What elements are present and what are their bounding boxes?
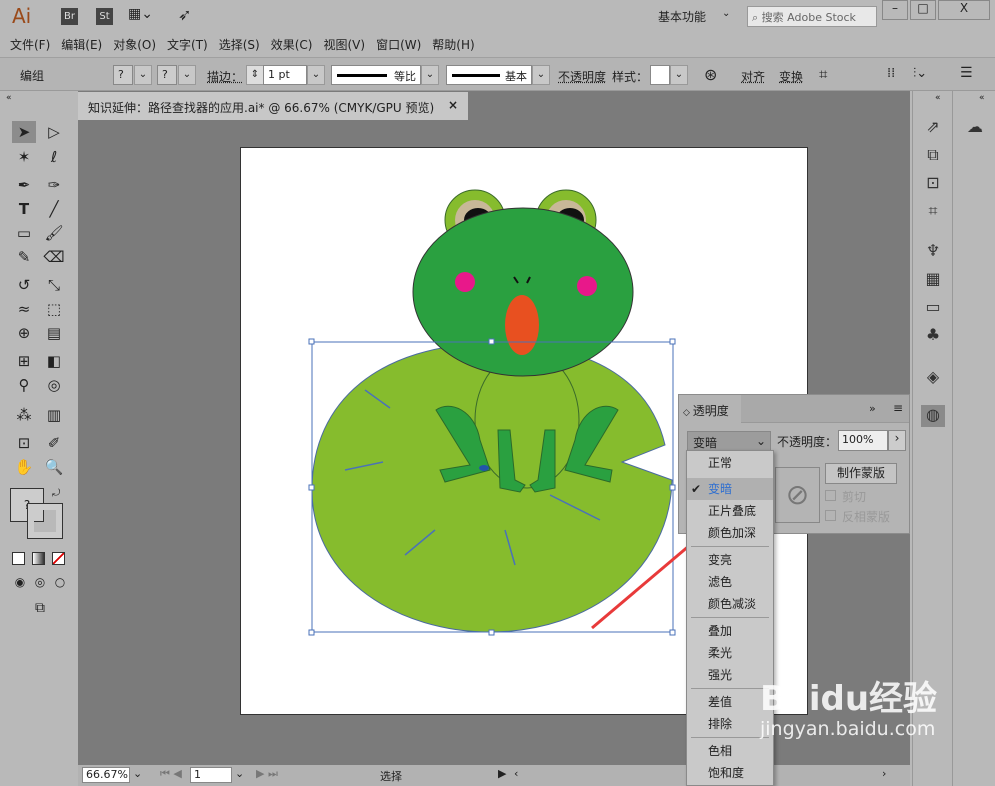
- layers-icon[interactable]: ◈: [921, 367, 945, 389]
- blend-option-soft-light[interactable]: 柔光: [687, 642, 773, 664]
- blend-option-darken[interactable]: ✔ 变暗: [687, 478, 773, 500]
- blend-mode-dropdown[interactable]: 变暗 ⌄: [687, 431, 771, 451]
- first-artboard-button[interactable]: ⏮ ◀: [160, 767, 182, 781]
- blend-option-screen[interactable]: 滤色: [687, 571, 773, 593]
- menu-divider: [691, 617, 769, 618]
- checkmark-icon: ✔: [691, 478, 701, 500]
- swatches-icon[interactable]: ▦: [921, 269, 945, 291]
- pathfinder-icon[interactable]: ⧉: [921, 145, 945, 167]
- gradient-icon[interactable]: ▭: [921, 297, 945, 319]
- cc-libraries-icon[interactable]: ☁: [963, 117, 987, 139]
- invert-mask-label: 反相蒙版: [842, 508, 890, 525]
- artboard-dropdown[interactable]: ⌄: [235, 767, 244, 780]
- transparency-tab[interactable]: ◇ 透明度: [679, 395, 741, 423]
- frog-mouth: [505, 295, 539, 355]
- blend-option-multiply[interactable]: 正片叠底: [687, 500, 773, 522]
- blend-option-overlay[interactable]: 叠加: [687, 620, 773, 642]
- selected-anchor: [479, 465, 489, 471]
- blend-option-lighten[interactable]: 变亮: [687, 549, 773, 571]
- align-panel-icon[interactable]: ⌗: [921, 201, 945, 223]
- watermark-logo: Baidu经验: [760, 680, 937, 718]
- blend-option-saturation[interactable]: 饱和度: [687, 762, 773, 784]
- option-label: 变暗: [708, 482, 732, 496]
- clip-checkbox[interactable]: [825, 490, 836, 501]
- libraries-dock: « ☁: [952, 91, 995, 786]
- frog-artwork[interactable]: [0, 0, 995, 786]
- symbols-icon[interactable]: ♣: [921, 325, 945, 347]
- mask-thumbnail[interactable]: ⊘: [775, 467, 820, 523]
- blend-option-color-burn[interactable]: 颜色加深: [687, 522, 773, 544]
- status-tool-label: 选择: [380, 768, 402, 784]
- baidu-watermark: Baidu经验 jingyan.baidu.com: [760, 680, 937, 740]
- blend-option-hue[interactable]: 色相: [687, 740, 773, 762]
- zoom-dropdown[interactable]: ⌄: [133, 767, 142, 780]
- brushes-icon[interactable]: ♆: [921, 241, 945, 263]
- collapse-icon[interactable]: «: [935, 93, 941, 103]
- transform-icon[interactable]: ⊡: [921, 173, 945, 195]
- invert-mask-checkbox[interactable]: [825, 510, 836, 521]
- scroll-right-button[interactable]: ›: [882, 767, 886, 780]
- blend-option-normal[interactable]: 正常: [687, 452, 773, 474]
- scroll-left-button[interactable]: ‹: [514, 767, 518, 780]
- chevron-down-icon: ⌄: [756, 434, 766, 448]
- menu-divider: [691, 546, 769, 547]
- status-bar: 66.67% ⌄ ⏮ ◀ 1 ⌄ ▶ ⏭ 选择 ▶ ‹ ›: [78, 765, 910, 786]
- watermark-url: jingyan.baidu.com: [760, 718, 937, 740]
- make-mask-button[interactable]: 制作蒙版: [825, 463, 897, 484]
- opacity-input[interactable]: 100%: [838, 430, 888, 451]
- next-artboard-button[interactable]: ▶ ⏭: [256, 767, 278, 781]
- expand-panel-icon[interactable]: »: [869, 402, 876, 415]
- opacity-label: 不透明度：: [777, 433, 837, 450]
- artboard-number-input[interactable]: 1: [190, 767, 232, 783]
- opacity-slider-button[interactable]: ›: [888, 430, 906, 451]
- menu-divider: [691, 688, 769, 689]
- status-menu-arrow[interactable]: ▶: [498, 767, 506, 780]
- export-icon[interactable]: ⇗: [921, 117, 945, 139]
- clip-label: 剪切: [842, 488, 866, 505]
- right-cheek: [577, 276, 597, 296]
- blend-mode-value: 变暗: [693, 436, 717, 450]
- panel-menu-icon[interactable]: ≡: [893, 401, 903, 415]
- collapse-icon[interactable]: «: [979, 93, 985, 103]
- zoom-level-input[interactable]: 66.67%: [82, 767, 130, 783]
- blend-option-color-dodge[interactable]: 颜色减淡: [687, 593, 773, 615]
- left-cheek: [455, 272, 475, 292]
- menu-divider: [691, 737, 769, 738]
- panel-title: 透明度: [693, 404, 729, 418]
- transparency-icon[interactable]: ◍: [921, 405, 945, 427]
